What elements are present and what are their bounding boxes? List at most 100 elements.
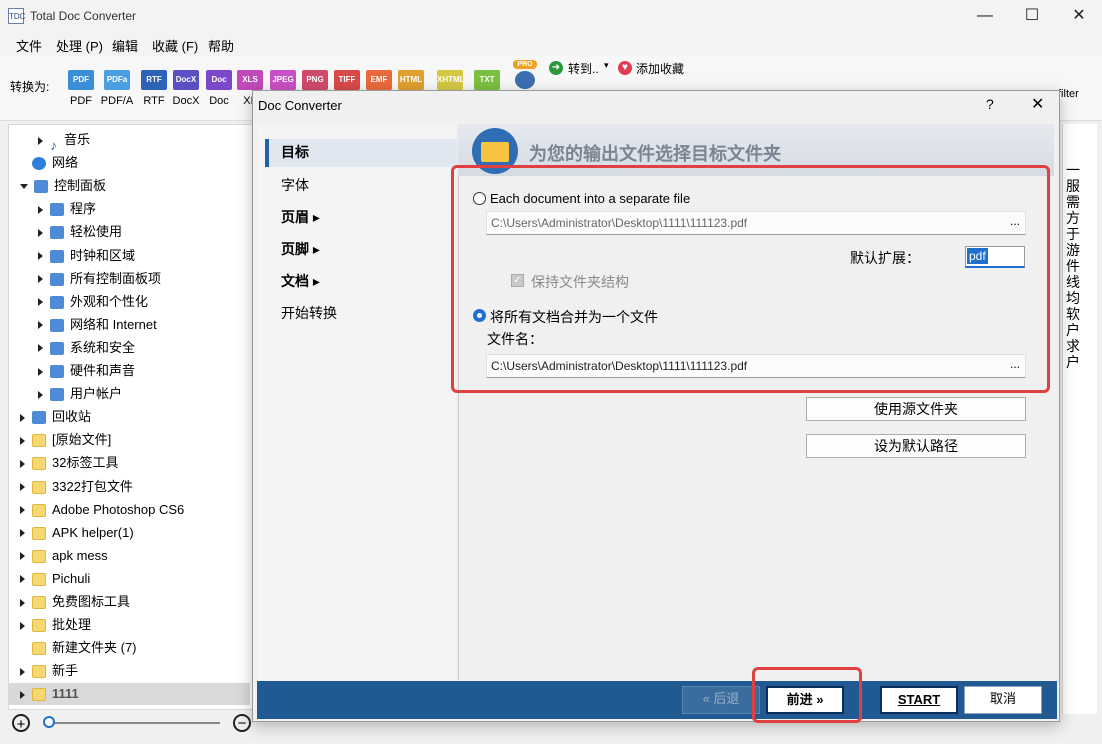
menu-help[interactable]: 帮助 xyxy=(208,36,234,55)
set-default-path-button[interactable]: 设为默认路径 xyxy=(806,434,1026,458)
highlight-box-options xyxy=(451,165,1050,393)
format-doc-icon[interactable]: Doc xyxy=(206,70,232,90)
back-button[interactable]: « 后退 xyxy=(682,686,760,714)
format-pdf-icon[interactable]: PDF xyxy=(68,70,94,90)
format-html-icon[interactable]: HTML xyxy=(398,70,424,90)
expand-chevron-icon[interactable] xyxy=(20,459,25,468)
tree-item[interactable]: 硬件和声音 xyxy=(38,360,135,382)
zoom-out-button[interactable]: − xyxy=(233,714,251,732)
dialog-close-button[interactable]: ✕ xyxy=(1031,94,1044,114)
expand-chevron-icon[interactable] xyxy=(38,136,43,145)
format-jpeg-icon[interactable]: JPEG xyxy=(270,70,296,90)
tree-item[interactable]: 1111 xyxy=(20,683,79,705)
nav-item[interactable]: 目标 xyxy=(281,142,309,162)
control-panel-icon xyxy=(50,249,64,263)
format-xhtml-icon[interactable]: XHTML xyxy=(437,70,465,90)
expand-chevron-icon[interactable] xyxy=(20,413,25,422)
goto-dropdown-icon[interactable]: ▾ xyxy=(604,60,609,71)
zoom-slider-track[interactable] xyxy=(46,722,220,724)
menu-edit[interactable]: 编辑 xyxy=(112,36,138,55)
tree-item[interactable]: 网络 xyxy=(20,152,78,174)
tree-item[interactable]: 控制面板 xyxy=(20,175,106,197)
expand-chevron-icon[interactable] xyxy=(38,298,43,307)
tree-item[interactable]: ♪ 音乐 xyxy=(38,129,90,153)
menu-process[interactable]: 处理 (P) xyxy=(56,36,103,55)
tree-item[interactable]: 3322打包文件 xyxy=(20,476,133,498)
tree-item[interactable]: 网络和 Internet xyxy=(38,314,157,336)
expand-chevron-icon[interactable] xyxy=(20,529,25,538)
expand-chevron-icon[interactable] xyxy=(38,344,43,353)
expand-chevron-icon[interactable] xyxy=(20,436,25,445)
expand-chevron-icon[interactable] xyxy=(38,321,43,330)
nav-item[interactable]: 字体 xyxy=(281,175,309,195)
tree-item-label: 时钟和区域 xyxy=(70,247,136,263)
expand-chevron-icon[interactable] xyxy=(38,252,43,261)
expand-chevron-icon[interactable] xyxy=(20,598,25,607)
format-docx-icon[interactable]: DocX xyxy=(173,70,199,90)
tree-item[interactable]: 回收站 xyxy=(20,406,91,428)
add-favorite-button[interactable]: 添加收藏 xyxy=(636,60,684,77)
cancel-button[interactable]: 取消 xyxy=(964,686,1042,714)
tree-item[interactable]: 新手 xyxy=(20,660,78,682)
goto-button[interactable]: 转到.. xyxy=(568,60,599,77)
menu-file[interactable]: 文件 xyxy=(16,36,42,55)
minimize-button[interactable]: — xyxy=(962,0,1008,32)
format-rtf-icon[interactable]: RTF xyxy=(141,70,167,90)
format-txt-icon[interactable]: TXT xyxy=(474,70,500,90)
tree-item-label: 硬件和声音 xyxy=(70,363,136,378)
tree-item[interactable]: 外观和个性化 xyxy=(38,291,148,313)
tree-item-label: 新建文件夹 (7) xyxy=(52,640,137,656)
format-xls-icon[interactable]: XLS xyxy=(237,70,263,90)
expand-chevron-icon[interactable] xyxy=(20,483,25,492)
nav-item[interactable]: 文档 ▸ xyxy=(281,271,320,291)
tree-item[interactable]: 新建文件夹 (7) xyxy=(20,637,137,659)
expand-chevron-icon[interactable] xyxy=(20,506,25,515)
nav-item[interactable]: 页脚 ▸ xyxy=(281,239,320,259)
tree-item[interactable]: 轻松使用 xyxy=(38,221,122,243)
start-button[interactable]: START xyxy=(880,686,958,714)
expand-chevron-icon[interactable] xyxy=(20,667,25,676)
nav-item[interactable]: 开始转换 xyxy=(281,303,337,323)
tree-item-label: 回收站 xyxy=(52,409,92,425)
control-panel-icon xyxy=(34,180,48,194)
zoom-in-button[interactable]: + xyxy=(12,714,30,733)
tree-item[interactable]: APK helper(1) xyxy=(20,522,134,544)
expand-chevron-icon[interactable] xyxy=(38,205,43,214)
expand-chevron-icon[interactable] xyxy=(20,575,25,584)
expand-chevron-icon[interactable] xyxy=(38,367,43,376)
format-pdfa-icon[interactable]: PDFa xyxy=(104,70,130,90)
expand-chevron-icon[interactable] xyxy=(20,690,25,699)
tree-item[interactable]: 所有控制面板项 xyxy=(38,268,161,290)
zoom-slider-thumb[interactable] xyxy=(43,716,55,728)
tree-item[interactable]: apk mess xyxy=(20,545,108,567)
maximize-button[interactable]: ☐ xyxy=(1009,0,1055,32)
tree-item[interactable]: 免费图标工具 xyxy=(20,591,130,613)
tree-item[interactable]: 系统和安全 xyxy=(38,337,135,359)
dialog-help-button[interactable]: ? xyxy=(986,96,994,112)
expand-chevron-icon[interactable] xyxy=(20,552,25,561)
nav-item[interactable]: 页眉 ▸ xyxy=(281,207,320,227)
tree-item[interactable]: [原始文件] xyxy=(20,429,111,451)
tree-item[interactable]: Adobe Photoshop CS6 xyxy=(20,499,184,521)
expand-chevron-icon[interactable] xyxy=(38,228,43,237)
use-source-folder-button[interactable]: 使用源文件夹 xyxy=(806,397,1026,421)
tree-item[interactable]: 时钟和区域 xyxy=(38,245,135,267)
tree-item[interactable]: 程序 xyxy=(38,198,96,220)
tree-item-label: [原始文件] xyxy=(52,432,112,448)
print-pro-icon[interactable]: PRO xyxy=(513,60,537,90)
tree-item[interactable]: 批处理 xyxy=(20,614,91,636)
expand-chevron-icon[interactable] xyxy=(38,390,43,399)
expand-chevron-icon[interactable] xyxy=(20,621,25,630)
expand-chevron-icon[interactable] xyxy=(20,184,28,190)
format-png-icon[interactable]: PNG xyxy=(302,70,328,90)
tree-item[interactable]: 32标签工具 xyxy=(20,452,118,474)
close-button[interactable]: ✕ xyxy=(1056,0,1102,32)
format-emf-icon[interactable]: EMF xyxy=(366,70,392,90)
format-tiff-icon[interactable]: TIFF xyxy=(334,70,360,90)
tree-item[interactable]: Pichuli xyxy=(20,568,90,590)
menu-favorites[interactable]: 收藏 (F) xyxy=(152,36,198,55)
tree-item-label: 系统和安全 xyxy=(70,339,136,355)
folder-icon xyxy=(32,572,46,586)
expand-chevron-icon[interactable] xyxy=(38,275,43,284)
tree-item[interactable]: 用户帐户 xyxy=(38,383,122,405)
